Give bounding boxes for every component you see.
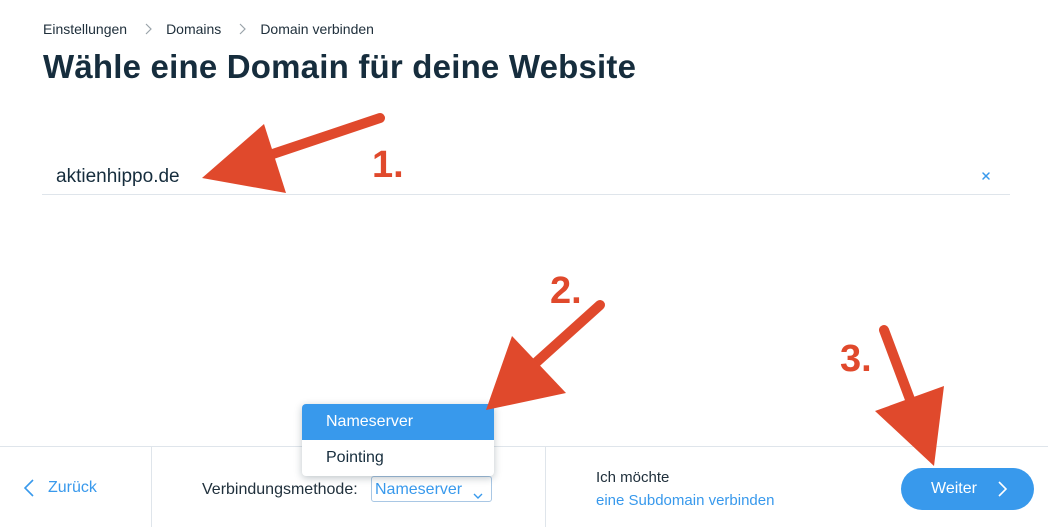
connection-method-select[interactable]: Nameserver: [371, 476, 492, 502]
next-button-label: Weiter: [931, 480, 977, 497]
clear-icon[interactable]: [980, 169, 992, 181]
back-button[interactable]: Zurück: [24, 479, 97, 497]
annotation-label-1: 1.: [372, 144, 404, 186]
chevron-down-icon: [473, 486, 483, 504]
chevron-right-icon: [145, 23, 152, 35]
breadcrumb-item-domains[interactable]: Domains: [166, 21, 221, 37]
chevron-right-icon: [239, 23, 247, 35]
connection-method-value: Nameserver: [375, 481, 463, 498]
back-button-label: Zurück: [48, 479, 97, 496]
subdomain-prefix-text: Ich möchte: [596, 469, 670, 486]
page-title: Wähle eine Domain für deine Website: [43, 48, 637, 85]
divider: [151, 447, 152, 527]
annotation-arrow-2: [486, 300, 605, 410]
annotation-label-3: 3.: [840, 338, 872, 380]
annotation-label-2: 2.: [550, 270, 582, 312]
breadcrumb-item-settings[interactable]: Einstellungen: [43, 21, 127, 37]
domain-input[interactable]: aktienhippo.de: [42, 160, 1010, 195]
connection-method-dropdown: Nameserver Pointing: [302, 404, 494, 476]
next-button[interactable]: Weiter: [901, 468, 1034, 510]
chevron-right-icon: [998, 481, 1008, 502]
connection-method-label: Verbindungsmethode:: [202, 481, 358, 498]
chevron-left-icon: [24, 479, 34, 497]
breadcrumb-item-connect-domain: Domain verbinden: [260, 21, 374, 37]
breadcrumb: Einstellungen Domains Domain verbinden: [43, 20, 374, 38]
footer-bar: Zurück Verbindungsmethode: Nameserver Ic…: [0, 446, 1048, 527]
domain-input-value[interactable]: aktienhippo.de: [56, 166, 180, 188]
dropdown-option-pointing[interactable]: Pointing: [302, 440, 494, 476]
divider: [545, 447, 546, 527]
connect-subdomain-link[interactable]: eine Subdomain verbinden: [596, 492, 774, 509]
dropdown-option-nameserver[interactable]: Nameserver: [302, 404, 494, 440]
